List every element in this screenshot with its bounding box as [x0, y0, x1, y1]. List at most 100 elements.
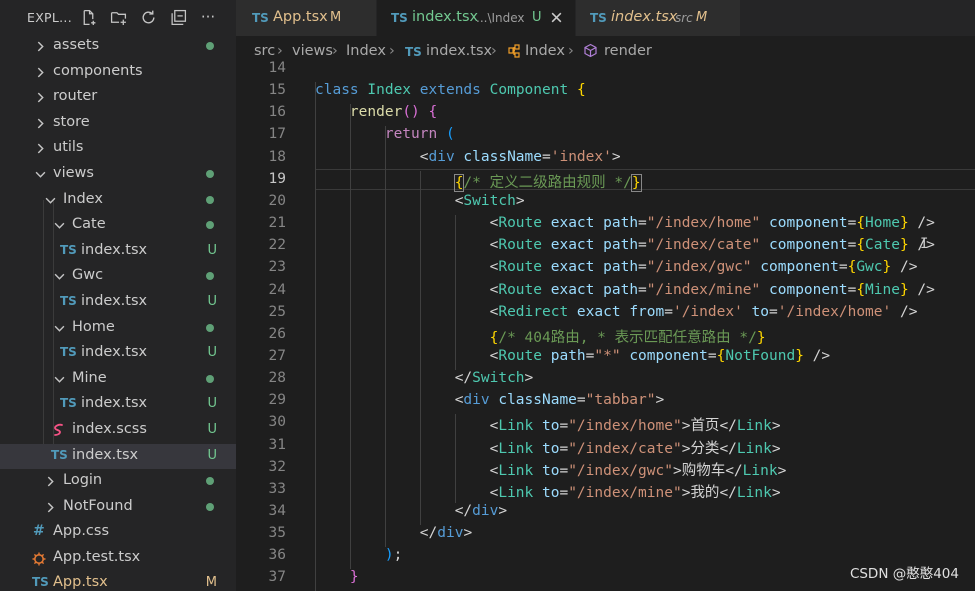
- tree-item-label: index.scss: [72, 420, 147, 437]
- code-token: Link: [736, 418, 772, 435]
- code-token: exact: [550, 237, 604, 254]
- tree-item-app-test-tsx[interactable]: App.test.tsx: [0, 546, 236, 572]
- new-file-icon[interactable]: [78, 7, 98, 27]
- code-token: Link: [498, 418, 542, 435]
- breadcrumb-item[interactable]: index.tsx: [426, 43, 492, 59]
- tree-item-mine-folder[interactable]: Mine: [0, 367, 236, 393]
- code-line: <Route exact path="/index/home" componen…: [315, 215, 935, 231]
- tree-item-gwc-folder[interactable]: Gwc: [0, 264, 236, 290]
- tree-item-home-folder[interactable]: Home: [0, 316, 236, 342]
- tree-item-mine-index-tsx[interactable]: TS index.tsx U: [0, 392, 236, 418]
- line-number: 20: [268, 192, 286, 209]
- tree-item-assets[interactable]: assets: [0, 34, 236, 60]
- tree-item-app-tsx[interactable]: TS App.tsx M: [0, 571, 236, 591]
- tree-item-components[interactable]: components: [0, 60, 236, 86]
- code-token: className: [463, 148, 542, 165]
- code-token: (: [445, 126, 455, 143]
- code-token: </: [725, 462, 743, 479]
- explorer-title: EXPL...: [27, 10, 72, 25]
- code-token: }: [882, 259, 892, 276]
- tab-src-index-tsx[interactable]: TS index.tsx src M: [576, 0, 740, 36]
- git-status-badge: M: [205, 575, 217, 591]
- line-number: 25: [268, 303, 286, 320]
- breadcrumb-item[interactable]: views: [292, 43, 333, 59]
- code-token: exact: [550, 281, 604, 298]
- breadcrumb-item[interactable]: src: [254, 43, 275, 59]
- code-token: '/index': [672, 303, 752, 320]
- code-token: to: [542, 462, 560, 479]
- typescript-file-icon: TS: [60, 293, 77, 308]
- refresh-icon[interactable]: [138, 7, 158, 27]
- code-token: Home: [865, 215, 900, 232]
- typescript-file-icon: TS: [32, 575, 49, 590]
- code-editor[interactable]: 14 15 class Index extends Component {16 re…: [236, 60, 975, 591]
- code-token: className: [498, 392, 577, 409]
- tree-item-label: Home: [72, 318, 115, 335]
- sass-file-icon: [54, 423, 63, 436]
- tree-item-cate-index-tsx[interactable]: TS index.tsx U: [0, 239, 236, 265]
- code-token: "/index/mine": [646, 281, 769, 298]
- tree-item-index-tsx-selected[interactable]: TS index.tsx U: [0, 443, 236, 470]
- tree-item-label: Index: [63, 190, 103, 207]
- tab-index-tsx-active[interactable]: TS index.tsx ...\Index U: [377, 0, 575, 36]
- tree-item-router[interactable]: router: [0, 85, 236, 111]
- more-icon[interactable]: ···: [198, 7, 218, 27]
- code-token: >: [771, 484, 781, 501]
- code-token: }: [349, 569, 359, 586]
- tree-item-gwc-index-tsx[interactable]: TS index.tsx U: [0, 290, 236, 316]
- collapse-all-icon[interactable]: [168, 7, 188, 27]
- close-icon[interactable]: [550, 11, 563, 24]
- code-line: <div className="tabbar">: [315, 392, 665, 409]
- code-line: </div>: [315, 525, 472, 541]
- new-folder-icon[interactable]: [108, 7, 128, 27]
- code-line: </div>: [315, 503, 507, 519]
- breadcrumb-item[interactable]: Index: [346, 43, 386, 59]
- code-line: class Index extends Component {: [315, 82, 586, 98]
- tree-item-label: router: [53, 88, 98, 105]
- tree-item-label: index.tsx: [72, 446, 139, 463]
- line-number: 15: [268, 82, 286, 99]
- code-token: </: [454, 370, 473, 387]
- tree-item-app-css[interactable]: # App.css: [0, 520, 236, 546]
- code-token: />: [899, 303, 918, 320]
- breadcrumb-item[interactable]: render: [604, 43, 652, 59]
- watermark: CSDN @憨憨404: [849, 566, 959, 582]
- tree-item-home-index-tsx[interactable]: TS index.tsx U: [0, 341, 236, 367]
- tree-item-label: Cate: [72, 216, 106, 233]
- line-number: 24: [268, 281, 286, 298]
- line-number: 22: [268, 237, 286, 254]
- code-token: >: [515, 192, 525, 209]
- code-token: Route: [498, 237, 551, 254]
- code-token: exact: [576, 303, 630, 320]
- explorer-header: EXPL... ···: [0, 0, 236, 34]
- tree-item-login-folder[interactable]: Login: [0, 469, 236, 495]
- tree-item-index-scss[interactable]: index.scss U: [0, 418, 236, 444]
- tree-item-utils[interactable]: utils: [0, 136, 236, 162]
- tab-app-tsx[interactable]: TS App.tsx M: [236, 0, 376, 36]
- tab-git-status: U: [532, 10, 542, 25]
- code-token: div: [428, 148, 464, 165]
- tree-item-label: NotFound: [63, 497, 133, 514]
- git-status-badge: U: [207, 447, 217, 463]
- code-token: component: [760, 259, 839, 276]
- typescript-file-icon: TS: [60, 345, 77, 360]
- tree-item-store[interactable]: store: [0, 111, 236, 137]
- code-token: Index: [367, 82, 420, 99]
- code-token: =: [847, 237, 857, 254]
- code-line: <Link to="/index/home">首页</Link>: [315, 414, 781, 435]
- chevron-down-icon: [35, 171, 46, 178]
- tree-item-index-folder[interactable]: Index: [0, 188, 236, 214]
- breadcrumb-item[interactable]: Index: [525, 43, 565, 59]
- tree-item-views[interactable]: views: [0, 162, 236, 188]
- tree-item-cate-folder[interactable]: Cate: [0, 213, 236, 239]
- tab-description: src: [675, 11, 693, 25]
- line-number: 28: [268, 370, 286, 387]
- code-line: render() {: [315, 104, 437, 120]
- tree-item-notfound-folder[interactable]: NotFound: [0, 495, 236, 521]
